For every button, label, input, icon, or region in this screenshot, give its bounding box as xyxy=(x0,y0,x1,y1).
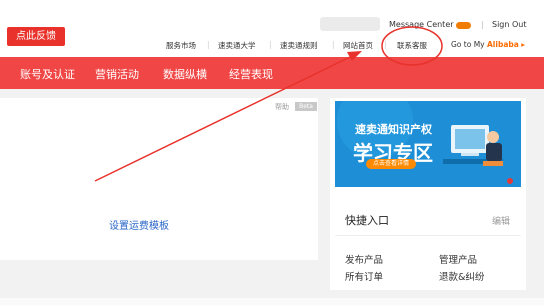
ip-learning-banner[interactable]: 速卖通知识产权 学习专区 点击查看详情 xyxy=(335,101,521,187)
contact-support-link[interactable]: 联系客服 xyxy=(397,40,427,51)
sign-out-link[interactable]: Sign Out xyxy=(492,20,527,29)
alibaba-logo-text: Alibaba xyxy=(487,40,519,49)
nav-performance[interactable]: 经营表现 xyxy=(229,66,273,82)
blurred-username xyxy=(320,17,380,31)
separator: | xyxy=(332,40,335,49)
go-to-label: Go to My xyxy=(451,40,487,49)
quick-publish-product[interactable]: 发布产品 xyxy=(345,252,383,266)
main-panel xyxy=(0,98,318,260)
header-separator: | xyxy=(481,20,484,29)
separator: | xyxy=(207,40,210,49)
message-count-badge xyxy=(456,22,471,29)
aliexpress-rules-link[interactable]: 速卖通规则 xyxy=(280,40,318,51)
message-center-link[interactable]: Message Center xyxy=(389,20,454,29)
nav-data[interactable]: 数据纵横 xyxy=(163,66,207,82)
feedback-button[interactable]: 点此反馈 xyxy=(7,27,65,46)
chevron-right-icon: ▸ xyxy=(521,40,525,49)
site-home-link[interactable]: 网站首页 xyxy=(343,40,373,51)
divider xyxy=(335,235,521,236)
beta-badge: Beta xyxy=(295,102,317,111)
nav-marketing[interactable]: 营销活动 xyxy=(95,66,139,82)
quick-edit-link[interactable]: 编辑 xyxy=(492,214,510,227)
freight-template-link[interactable]: 设置运费模板 xyxy=(109,217,169,232)
separator: | xyxy=(384,40,387,49)
quick-manage-product[interactable]: 管理产品 xyxy=(439,252,477,266)
aliexpress-university-link[interactable]: 速卖通大学 xyxy=(218,40,256,51)
footer-strip xyxy=(0,298,544,305)
nav-account-verification[interactable]: 账号及认证 xyxy=(20,66,75,82)
banner-details-button[interactable]: 点击查看详情 xyxy=(366,159,416,169)
go-to-alibaba-link[interactable]: Go to My Alibaba ▸ xyxy=(451,40,525,49)
quick-all-orders[interactable]: 所有订单 xyxy=(345,269,383,283)
service-market-link[interactable]: 服务市场 xyxy=(166,40,196,51)
help-link[interactable]: 帮助 xyxy=(275,102,289,112)
separator: | xyxy=(269,40,272,49)
quick-refunds-disputes[interactable]: 退款&纠纷 xyxy=(439,269,484,283)
banner-line1: 速卖通知识产权 xyxy=(355,123,432,136)
quick-access-title: 快捷入口 xyxy=(345,214,389,227)
